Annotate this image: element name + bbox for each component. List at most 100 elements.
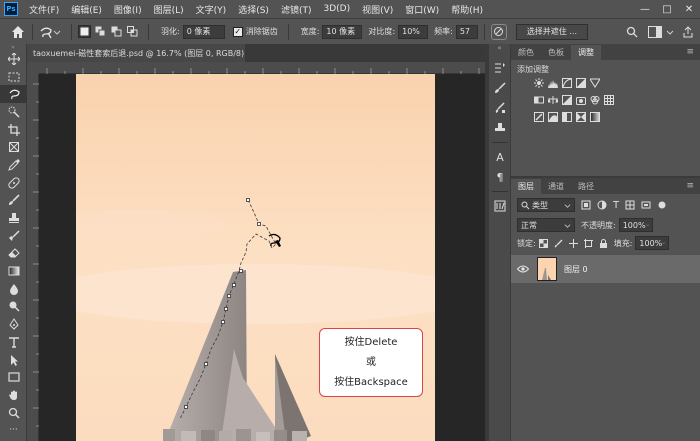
tool-pen[interactable] [0, 315, 27, 333]
tool-brush[interactable] [0, 192, 27, 210]
tab-layers[interactable]: 图层 [511, 179, 541, 194]
brush-settings-button[interactable] [489, 78, 511, 98]
shape-filter-icon[interactable] [625, 200, 635, 210]
brushes-button[interactable] [489, 98, 511, 118]
clone-source-button[interactable] [489, 118, 511, 138]
filter-toggle-icon[interactable] [657, 200, 667, 210]
gradient-map-icon[interactable] [590, 111, 600, 122]
contrast-input[interactable]: 10% [398, 24, 429, 39]
exposure-icon[interactable] [576, 77, 586, 88]
tool-eraser[interactable] [0, 245, 27, 263]
tool-frame[interactable] [0, 138, 27, 156]
search-icon[interactable] [626, 26, 638, 38]
menu-view[interactable]: 视图(V) [356, 3, 399, 16]
lock-position-icon[interactable] [568, 238, 578, 248]
selective-color-icon[interactable] [576, 111, 586, 122]
width-input[interactable]: 10 像素 [322, 24, 363, 39]
ruler-origin[interactable] [27, 62, 39, 74]
antialias-checkbox[interactable]: ✓ [232, 26, 243, 37]
feather-input[interactable]: 0 像素 [182, 24, 225, 39]
intersect-selection-button[interactable] [126, 25, 139, 38]
document-tab[interactable]: taoxuemei-磁性套索后退.psd @ 16.7% (图层 0, RGB/… [27, 44, 263, 62]
tool-clone-stamp[interactable] [0, 209, 27, 227]
character-panel-button[interactable]: A [489, 147, 511, 167]
menu-filter[interactable]: 滤镜(T) [275, 3, 318, 16]
invert-icon[interactable] [534, 111, 544, 122]
tool-hand[interactable] [0, 386, 27, 404]
tool-crop[interactable] [0, 121, 27, 139]
tool-lasso[interactable] [0, 85, 27, 104]
menu-layer[interactable]: 图层(L) [148, 3, 190, 16]
smart-object-filter-icon[interactable] [641, 200, 651, 210]
menu-window[interactable]: 窗口(W) [399, 3, 445, 16]
photo-filter-icon[interactable] [576, 95, 586, 105]
close-button[interactable]: ✕ [678, 0, 700, 18]
panel-menu-icon[interactable]: ≡ [680, 47, 700, 60]
tool-dodge[interactable] [0, 298, 27, 316]
pixel-filter-icon[interactable] [581, 200, 591, 210]
layer-name[interactable]: 图层 0 [564, 264, 588, 275]
curves-icon[interactable] [562, 77, 572, 88]
lock-artboard-icon[interactable] [583, 238, 593, 248]
eye-icon[interactable] [517, 265, 529, 273]
tool-healing-brush[interactable] [0, 174, 27, 192]
menu-select[interactable]: 选择(S) [232, 3, 275, 16]
panel-menu-icon[interactable]: ≡ [680, 181, 700, 194]
home-icon[interactable] [10, 24, 26, 40]
channel-mixer-icon[interactable] [590, 95, 600, 105]
levels-icon[interactable] [548, 78, 558, 88]
workspace-icon[interactable] [648, 25, 662, 38]
restore-button[interactable]: □ [656, 0, 678, 18]
subtract-selection-button[interactable] [110, 25, 123, 38]
blend-mode-select[interactable]: 正常 [517, 218, 575, 232]
threshold-icon[interactable] [562, 111, 572, 122]
tool-quick-selection[interactable] [0, 103, 27, 121]
new-selection-button[interactable] [78, 25, 91, 38]
layer-row[interactable]: 图层 0 [511, 255, 700, 283]
layer-filter-select[interactable]: 类型 [517, 198, 575, 212]
libraries-panel-button[interactable] [489, 196, 511, 216]
vibrance-icon[interactable] [590, 78, 600, 88]
color-balance-icon[interactable] [548, 95, 558, 105]
tab-swatches[interactable]: 色板 [541, 45, 571, 60]
paragraph-panel-button[interactable]: ¶ [489, 167, 511, 187]
hue-saturation-icon[interactable] [534, 95, 544, 105]
fill-input[interactable]: 100% [635, 236, 670, 250]
tool-eyedropper[interactable] [0, 156, 27, 174]
tool-rectangle[interactable] [0, 368, 27, 386]
tool-move[interactable] [0, 50, 27, 68]
frequency-input[interactable]: 57 [455, 24, 478, 39]
tool-blur[interactable] [0, 280, 27, 298]
menu-help[interactable]: 帮助(H) [445, 3, 489, 16]
menu-file[interactable]: 文件(F) [23, 3, 65, 16]
add-selection-button[interactable] [94, 25, 107, 38]
tab-color[interactable]: 颜色 [511, 45, 541, 60]
lock-transparent-pixels-icon[interactable] [538, 238, 548, 248]
menu-edit[interactable]: 编辑(E) [65, 3, 108, 16]
tool-type[interactable] [0, 333, 27, 351]
tool-preset-picker[interactable] [39, 24, 65, 40]
select-and-mask-button[interactable]: 选择并遮住 ... [515, 23, 588, 40]
minimize-button[interactable]: — [634, 0, 656, 18]
tool-marquee[interactable] [0, 68, 27, 86]
tab-adjustments[interactable]: 调整 [571, 45, 601, 60]
tool-zoom[interactable] [0, 404, 27, 422]
tool-path-selection[interactable] [0, 351, 27, 369]
tab-paths[interactable]: 路径 [571, 179, 601, 194]
opacity-input[interactable]: 100% [618, 218, 653, 232]
brightness-contrast-icon[interactable] [534, 77, 544, 88]
color-lookup-icon[interactable] [604, 94, 614, 105]
lock-all-icon[interactable] [599, 238, 608, 248]
black-white-icon[interactable] [562, 94, 572, 105]
menu-type[interactable]: 文字(Y) [190, 3, 233, 16]
lock-image-pixels-icon[interactable] [554, 239, 563, 248]
adjustment-filter-icon[interactable] [597, 200, 607, 210]
menu-3d[interactable]: 3D(D) [317, 4, 356, 14]
type-filter-icon[interactable]: T [613, 200, 619, 211]
menu-image[interactable]: 图像(I) [108, 3, 148, 16]
tab-channels[interactable]: 通道 [541, 179, 571, 194]
strip-collapse-handle[interactable]: « [489, 44, 510, 58]
share-icon[interactable] [682, 25, 694, 38]
posterize-icon[interactable] [548, 111, 558, 122]
history-panel-button[interactable] [489, 58, 511, 78]
